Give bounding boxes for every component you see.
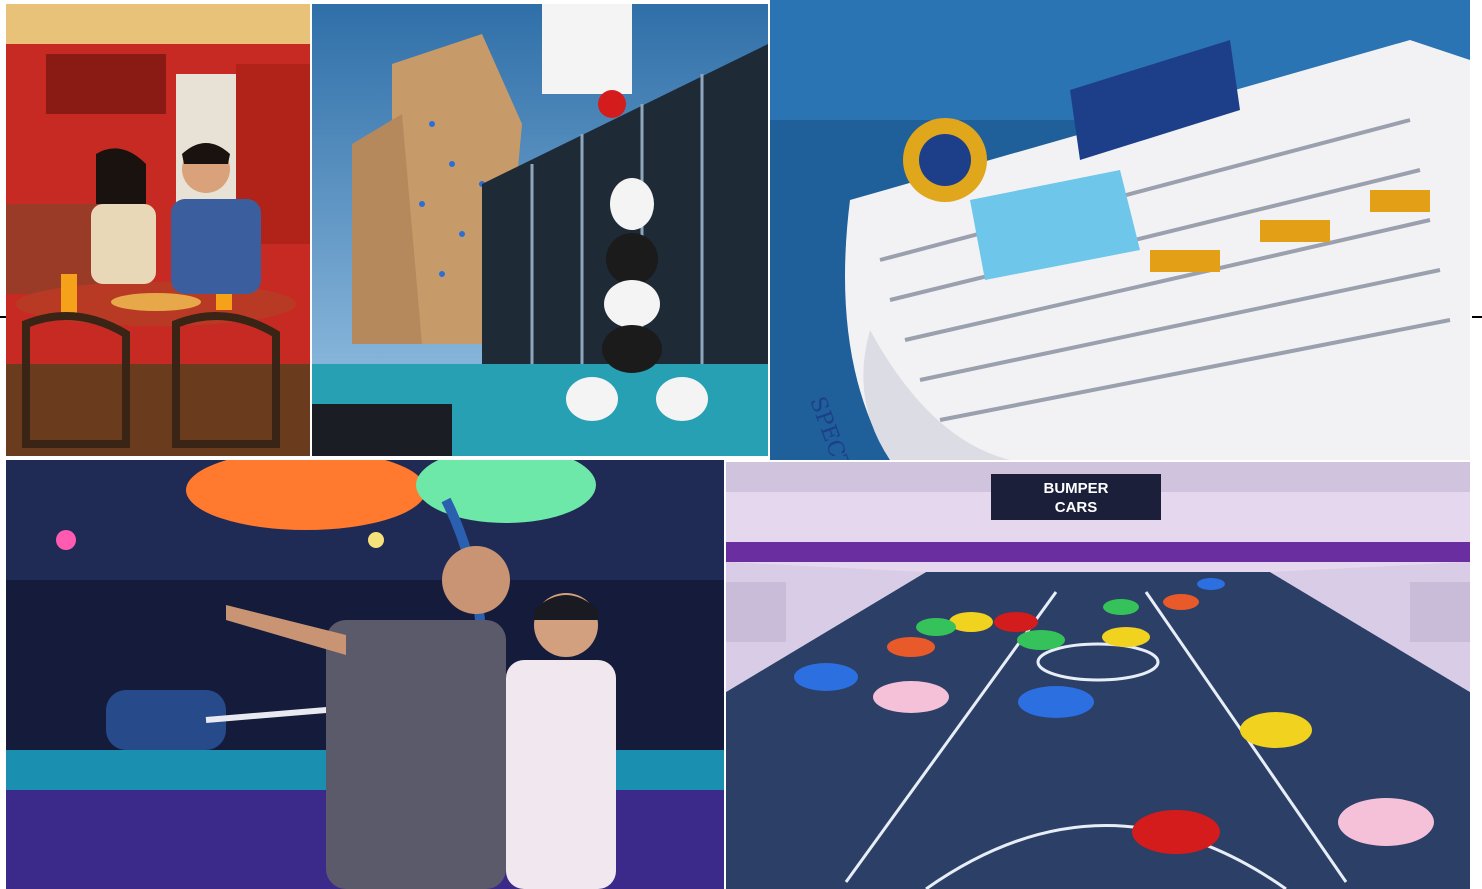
boy-shirt: [506, 660, 616, 889]
deck-lounge-chairs: [312, 404, 452, 456]
lifeboat-2: [1260, 220, 1330, 242]
ship-aerial-image: SPECTRUM: [770, 0, 1470, 460]
cruise-ship-aerial-photo: SPECTRUM: [770, 0, 1470, 460]
seating-area-left: [726, 582, 786, 642]
right-edge-rule: [1472, 316, 1482, 318]
bumper-cars-arena-photo: BUMPER CARS: [726, 462, 1470, 889]
photo-collage: SPECTRUM BUMPE: [0, 0, 1482, 889]
restaurant-sign: [46, 54, 166, 114]
bumper-cars-image: BUMPER CARS: [726, 462, 1470, 889]
sign-text-line1: BUMPER: [1043, 480, 1108, 497]
restaurant-ceiling: [6, 4, 310, 44]
sign-text-line2: CARS: [1055, 499, 1098, 516]
father-shirt: [326, 620, 506, 889]
father-head: [442, 546, 510, 614]
observation-tower: [542, 4, 632, 94]
upper-rail-left: [726, 542, 1470, 562]
pizza-restaurant-image: [6, 4, 310, 456]
lifeboat-1: [1150, 250, 1220, 272]
pink-spot-light: [56, 530, 76, 550]
lifeboat-3: [1370, 190, 1430, 212]
rock-climbing-wall-deck-photo: [312, 4, 768, 456]
yellow-spot-light: [368, 532, 384, 548]
seating-area-right: [1410, 582, 1470, 642]
indoor-archery-photo: [6, 460, 724, 889]
ripcord-sphere-inner: [919, 134, 971, 186]
pizza: [111, 293, 201, 311]
man-shirt: [171, 199, 261, 294]
orange-juice-glass: [61, 274, 77, 314]
woman-dress: [91, 204, 156, 284]
red-heart-balloon: [598, 90, 626, 118]
rock-wall-image: [312, 4, 768, 456]
archery-image: [6, 460, 724, 889]
pizza-restaurant-photo: [6, 4, 310, 456]
